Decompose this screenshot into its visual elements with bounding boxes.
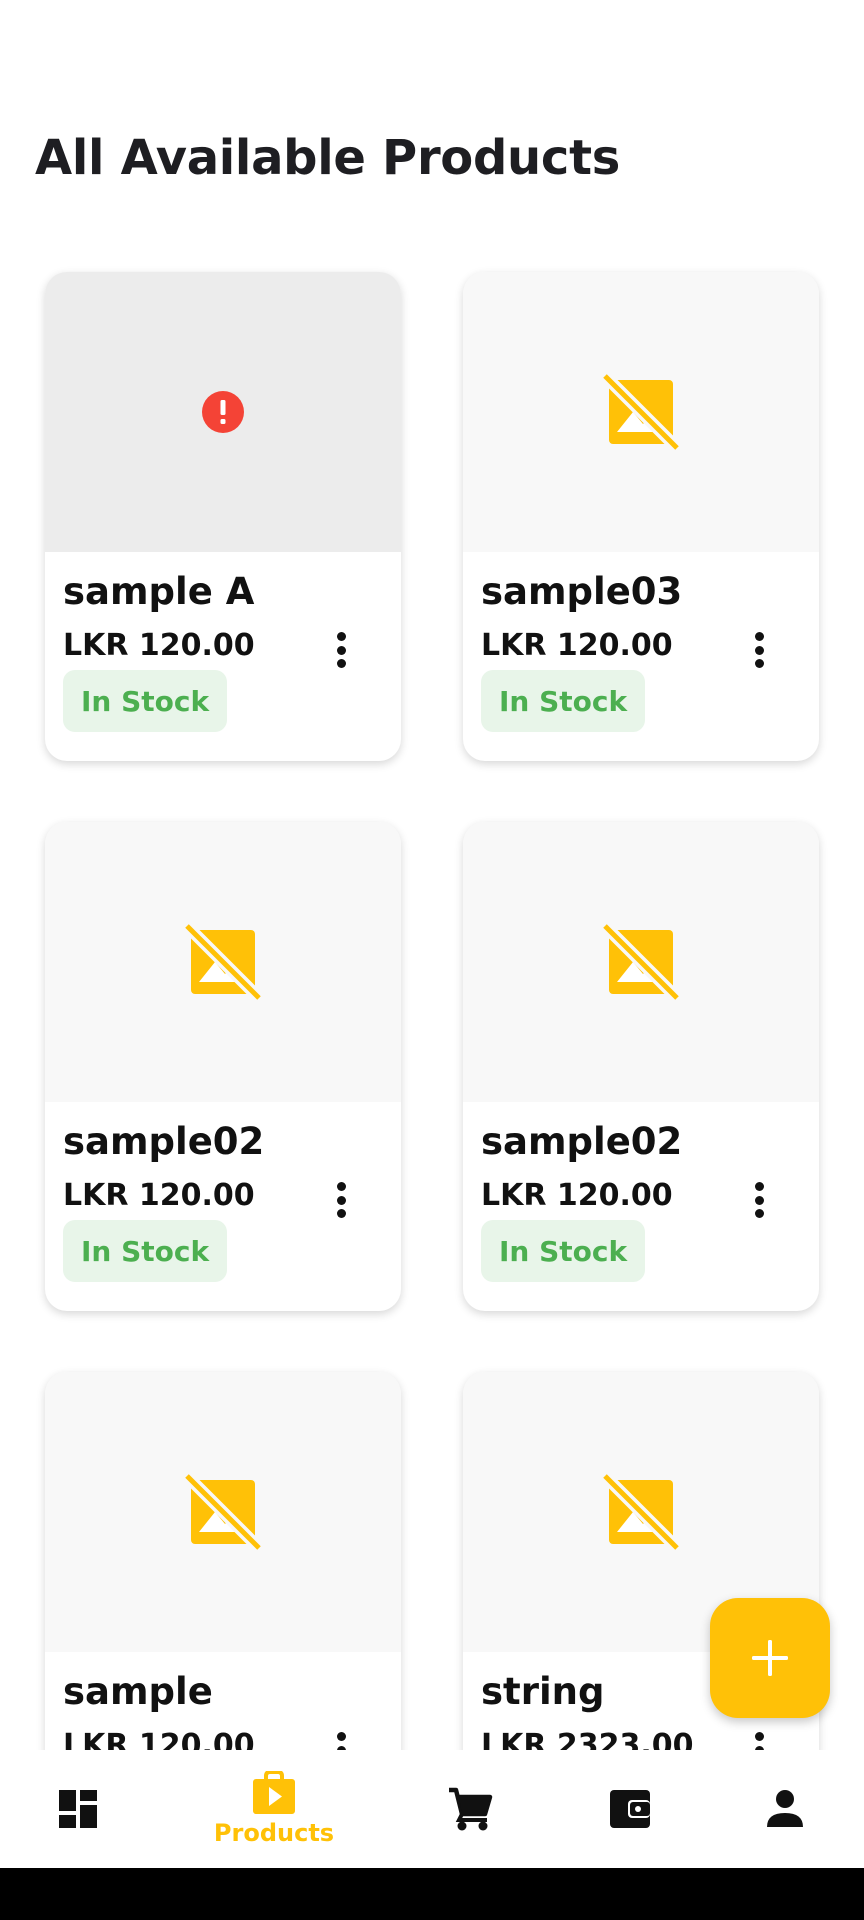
more-options-icon[interactable] xyxy=(331,628,351,672)
nav-label: Products xyxy=(213,1819,335,1847)
product-info: sample02 LKR 120.00 In Stock xyxy=(463,1102,819,1311)
image-unavailable-icon xyxy=(185,924,261,1000)
image-unavailable-icon xyxy=(185,1474,261,1550)
image-unavailable-icon xyxy=(603,1474,679,1550)
product-name: sample02 xyxy=(63,1120,265,1163)
product-grid-viewport[interactable]: sample A LKR 120.00 In Stock sample03 LK… xyxy=(0,230,864,1750)
product-price: LKR 2323.00 xyxy=(481,1728,694,1750)
more-options-icon[interactable] xyxy=(749,1728,769,1750)
person-icon xyxy=(767,1790,803,1827)
product-price: LKR 120.00 xyxy=(481,628,673,663)
nav-profile[interactable] xyxy=(745,1750,825,1868)
product-name: sample xyxy=(63,1670,213,1713)
more-options-icon[interactable] xyxy=(749,628,769,672)
product-image xyxy=(45,822,401,1102)
product-image xyxy=(463,272,819,552)
product-name: string xyxy=(481,1670,605,1713)
product-card[interactable]: sample03 LKR 120.00 In Stock xyxy=(463,272,819,761)
nav-cart[interactable] xyxy=(430,1750,510,1868)
stock-badge: In Stock xyxy=(481,670,646,732)
image-unavailable-icon xyxy=(603,374,679,450)
nav-dashboard[interactable] xyxy=(38,1750,118,1868)
product-info: sample03 LKR 120.00 In Stock xyxy=(463,552,819,761)
bottom-navigation: Products xyxy=(0,1750,864,1868)
stock-badge: In Stock xyxy=(63,670,228,732)
product-image xyxy=(463,822,819,1102)
product-price: LKR 120.00 xyxy=(63,1178,255,1213)
product-info: sample A LKR 120.00 In Stock xyxy=(45,552,401,761)
cart-icon xyxy=(449,1787,493,1831)
product-info: sample LKR 120.00 xyxy=(45,1652,401,1750)
error-icon xyxy=(202,391,244,433)
dashboard-icon xyxy=(59,1790,97,1828)
stock-badge: In Stock xyxy=(63,1220,228,1282)
page-title: All Available Products xyxy=(35,130,620,186)
shopping-bag-icon xyxy=(253,1771,295,1814)
system-navigation-bar xyxy=(0,1868,864,1920)
add-product-button[interactable] xyxy=(710,1598,830,1718)
plus-icon xyxy=(752,1640,788,1676)
nav-wallet[interactable] xyxy=(590,1750,670,1868)
product-name: sample02 xyxy=(481,1120,683,1163)
product-image xyxy=(45,272,401,552)
product-price: LKR 120.00 xyxy=(481,1178,673,1213)
product-card[interactable]: sample02 LKR 120.00 In Stock xyxy=(463,822,819,1311)
stock-badge: In Stock xyxy=(481,1220,646,1282)
product-grid: sample A LKR 120.00 In Stock sample03 LK… xyxy=(45,272,819,1750)
product-price: LKR 120.00 xyxy=(63,628,255,663)
product-info: sample02 LKR 120.00 In Stock xyxy=(45,1102,401,1311)
product-image xyxy=(45,1372,401,1652)
wallet-icon xyxy=(610,1790,650,1828)
product-card[interactable]: sample02 LKR 120.00 In Stock xyxy=(45,822,401,1311)
more-options-icon[interactable] xyxy=(749,1178,769,1222)
product-card[interactable]: sample LKR 120.00 xyxy=(45,1372,401,1750)
product-name: sample03 xyxy=(481,570,683,613)
more-options-icon[interactable] xyxy=(331,1178,351,1222)
product-card[interactable]: sample A LKR 120.00 In Stock xyxy=(45,272,401,761)
product-price: LKR 120.00 xyxy=(63,1728,255,1750)
image-unavailable-icon xyxy=(603,924,679,1000)
product-name: sample A xyxy=(63,570,255,613)
nav-products[interactable]: Products xyxy=(214,1750,334,1868)
more-options-icon[interactable] xyxy=(331,1728,351,1750)
